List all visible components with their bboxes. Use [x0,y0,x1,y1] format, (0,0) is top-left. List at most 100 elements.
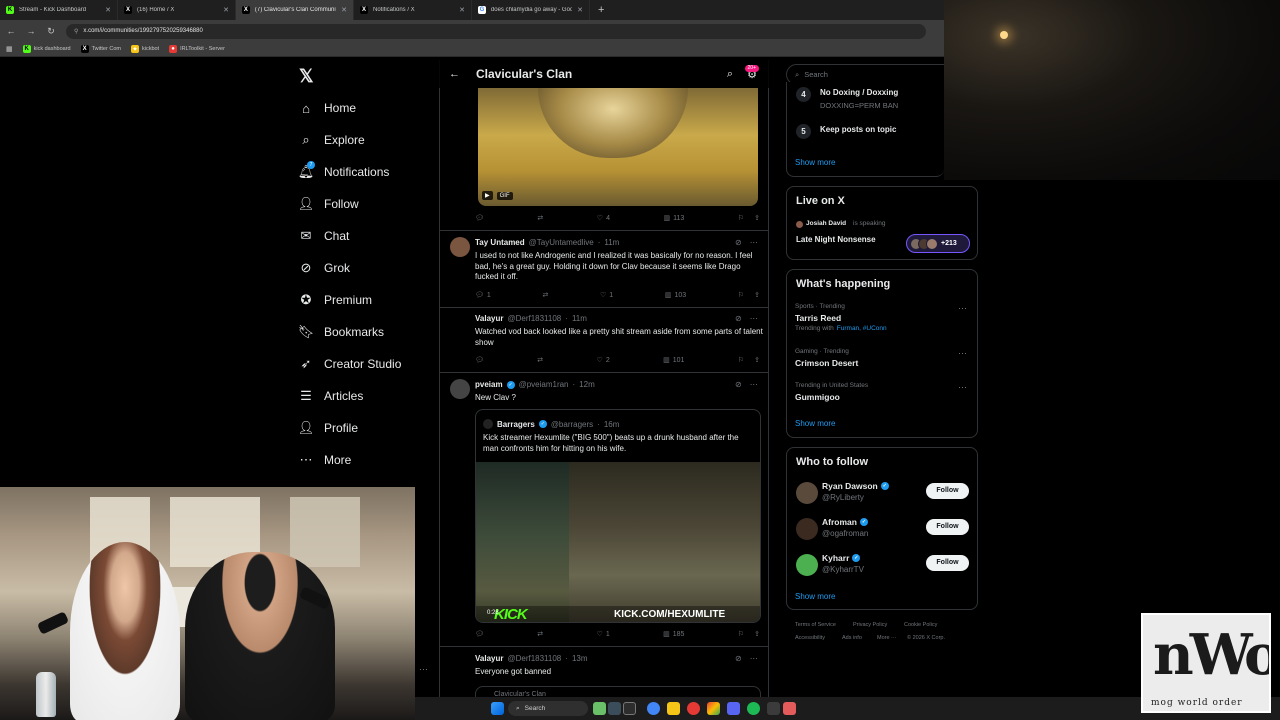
space-listeners-pill[interactable]: +213 [906,234,970,253]
grok-icon[interactable]: ⊘ [735,238,742,247]
user-name-row[interactable]: Afroman ✓ [822,517,868,527]
repost-button[interactable]: ⇄ [537,356,543,364]
tweet-time[interactable]: 11m [604,238,619,247]
author-handle[interactable]: @TayUntamedlive [529,238,594,247]
reload-icon[interactable]: ↻ [46,26,56,37]
footer-link[interactable]: Cookie Policy [904,622,937,628]
grok-icon[interactable]: ⊘ [735,314,742,323]
app-icon[interactable] [608,702,621,715]
more-options-icon[interactable]: ⋯ [958,382,967,393]
show-more-link[interactable]: Show more [795,419,835,428]
more-options-icon[interactable]: ⋯ [750,654,758,663]
apps-grid-icon[interactable]: ▦ [6,45,13,53]
task-view-icon[interactable] [623,702,636,715]
nav-item-premium[interactable]: ✪ Premium [298,290,372,310]
quoted-tweet[interactable]: Barragers ✓ @barragers · 16m Kick stream… [475,409,761,623]
back-arrow-icon[interactable]: ← [449,68,460,80]
more-options-icon[interactable]: ⋯ [750,238,758,247]
views-button[interactable]: ▥ 113 [664,214,685,223]
user-name-row[interactable]: Ryan Dawson ✓ [822,481,889,491]
trend-name[interactable]: Tarris Reed [795,313,841,323]
nav-item-explore[interactable]: ⌕ Explore [298,130,364,150]
rule-title[interactable]: Keep posts on topic [820,125,896,134]
nav-item-articles[interactable]: ☰ Articles [298,386,363,406]
file-explorer-icon[interactable] [667,702,680,715]
user-avatar[interactable] [796,554,818,576]
author-name[interactable]: Tay Untamed [475,238,525,247]
footer-link[interactable]: Terms of Service [795,622,836,628]
reply-button[interactable]: 💬︎ [475,356,484,364]
grok-icon[interactable]: ⊘ [735,380,742,389]
bookmark-icon[interactable]: ⚐ [738,291,744,299]
bookmark-icon[interactable]: ⚐ [738,630,744,638]
close-tab-icon[interactable]: ✕ [341,6,347,14]
more-options-icon[interactable]: ⋯ [958,303,967,314]
more-options-icon[interactable]: ⋯ [750,380,758,389]
site-info-icon[interactable]: ⚲ [74,28,78,35]
rule-title[interactable]: No Doxing / Doxxing [820,88,898,97]
share-icon[interactable]: ⇪ [754,356,760,364]
repost-button[interactable]: ⇄ [537,214,543,222]
nav-item-grok[interactable]: ⊘ Grok [298,258,350,278]
gif-media[interactable]: ▶ GIF [478,88,758,206]
trend-name[interactable]: Gummigoo [795,392,840,402]
tweet-time[interactable]: 12m [579,380,595,389]
author-name[interactable]: pveiam [475,380,503,389]
like-button[interactable]: ♡ 1 [600,291,613,300]
forward-arrow-icon[interactable]: → [26,26,36,36]
close-tab-icon[interactable]: ✕ [577,6,583,14]
app-icon[interactable] [783,702,796,715]
views-button[interactable]: ▥ 101 [663,356,684,365]
author-avatar[interactable] [450,379,470,399]
nav-item-chat[interactable]: ✉ Chat [298,226,350,246]
discord-icon[interactable] [727,702,740,715]
grok-icon[interactable]: ⊘ [735,654,742,663]
follow-button[interactable]: Follow [926,519,969,535]
user-name-row[interactable]: Kyharr ✓ [822,553,861,563]
bookmark-icon[interactable]: ⚐ [738,356,744,364]
trend-related-links[interactable]: Furman, #UConn [837,325,887,332]
nav-item-profile[interactable]: 👤︎ Profile [298,418,358,438]
search-icon[interactable]: ⌕ [727,68,733,81]
bookmark-icon[interactable]: ⚐ [738,214,744,222]
new-tab-icon[interactable]: + [590,4,612,16]
repost-button[interactable]: ⇄ [537,630,543,638]
author-name[interactable]: Valayur [475,654,503,663]
repost-button[interactable]: ⇄ [542,291,548,299]
close-tab-icon[interactable]: ✕ [223,6,229,14]
tweet-time[interactable]: 13m [572,654,588,663]
show-more-link[interactable]: Show more [795,592,835,601]
bookmark-item[interactable]: X Twitter Com [80,45,121,53]
author-name[interactable]: Valayur [475,314,503,323]
reply-button[interactable]: 💬︎ [475,630,484,638]
follow-button[interactable]: Follow [926,555,969,571]
footer-link[interactable]: More ··· [877,635,897,641]
nav-item-notifications[interactable]: 🔔︎ 7 Notifications [298,161,389,182]
trend-name[interactable]: Crimson Desert [795,358,858,368]
bookmark-item[interactable]: Kkick dashboard [22,45,71,53]
nav-item-follow[interactable]: 👤︎ Follow [298,194,359,214]
nav-item-creator-studio[interactable]: ➶ Creator Studio [298,354,402,374]
app-icon[interactable] [687,702,700,715]
like-button[interactable]: ♡ 2 [597,356,610,365]
share-icon[interactable]: ⇪ [754,214,760,222]
like-button[interactable]: ♡ 4 [597,214,610,223]
user-avatar[interactable] [796,482,818,504]
browser-tab[interactable]: X (7) Clavicular's Clan Communit ✕ [236,0,354,20]
chrome-icon[interactable] [647,702,660,715]
spotify-icon[interactable] [747,702,760,715]
views-button[interactable]: ▥ 103 [665,291,686,300]
author-avatar[interactable] [450,237,470,257]
bookmark-item[interactable]: ✦ kickbot [130,45,159,53]
share-icon[interactable]: ⇪ [754,291,760,299]
bookmark-item[interactable]: ● IRLToolkit - Server [169,45,225,53]
author-handle[interactable]: @Derf1831108 [507,654,561,663]
nav-item-more[interactable]: ⋯ More [298,450,352,470]
footer-link[interactable]: Ads info [842,635,862,641]
reply-button[interactable]: 💬︎ [475,214,484,222]
author-handle[interactable]: @Derf1831108 [507,314,561,323]
author-handle[interactable]: @pveiam1ran [519,380,569,389]
taskbar-search[interactable]: ⌕ Search [508,701,588,716]
follow-button[interactable]: Follow [926,483,969,499]
windows-start-icon[interactable] [491,702,504,715]
